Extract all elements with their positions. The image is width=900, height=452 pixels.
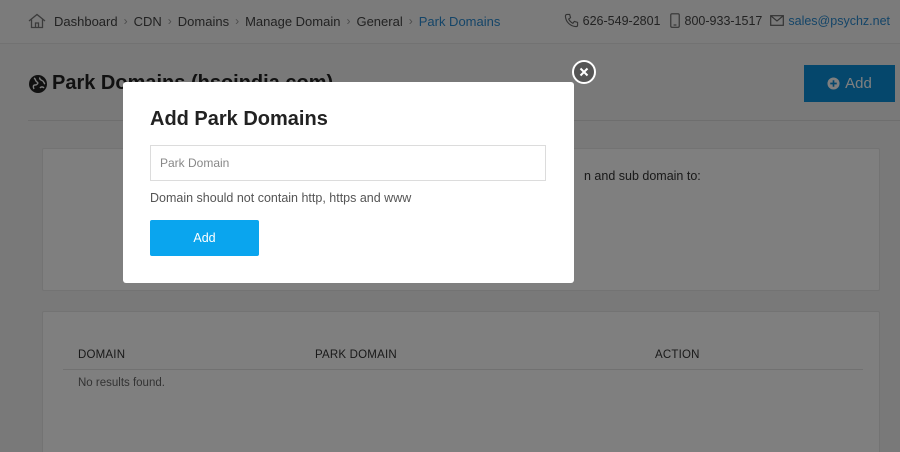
modal-title: Add Park Domains xyxy=(150,108,328,130)
add-park-domains-modal: Add Park Domains Domain should not conta… xyxy=(123,82,574,283)
modal-close-button[interactable] xyxy=(572,60,596,84)
domain-hint: Domain should not contain http, https an… xyxy=(150,191,412,205)
park-domain-input[interactable] xyxy=(150,145,546,181)
close-icon xyxy=(579,67,589,77)
modal-add-button[interactable]: Add xyxy=(150,220,259,256)
